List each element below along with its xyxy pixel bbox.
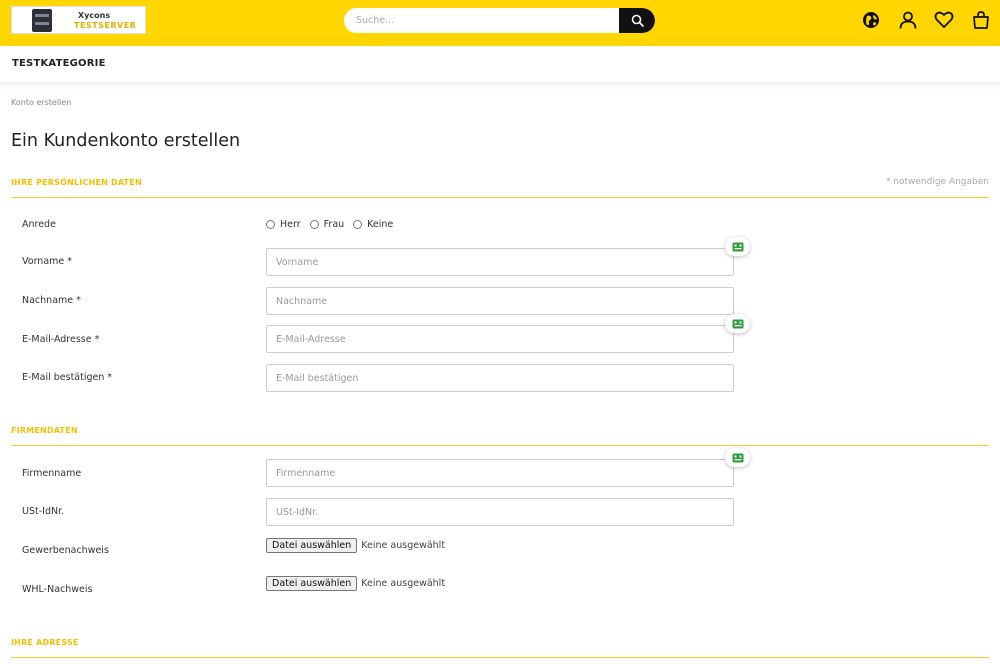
radio-label-herr[interactable]: Herr <box>280 219 301 230</box>
whl-proof-choose-button[interactable]: Datei auswählen <box>266 576 358 591</box>
section-title-address: IHRE ADRESSE <box>11 638 79 647</box>
category-nav: TESTKATEGORIE <box>0 46 1000 82</box>
radio-herr[interactable] <box>266 220 275 229</box>
globe-icon[interactable] <box>861 10 881 30</box>
section-divider <box>11 445 989 446</box>
lastname-label: Nachname * <box>22 295 81 306</box>
page-title: Ein Kundenkonto erstellen <box>11 131 241 151</box>
required-note: * notwendige Angaben <box>885 177 989 187</box>
whl-proof-label: WHL-Nachweis <box>22 584 93 595</box>
search-icon <box>631 14 644 27</box>
search-input[interactable] <box>344 8 620 33</box>
email-confirm-label: E-Mail bestätigen * <box>22 372 113 383</box>
firstname-input[interactable] <box>266 248 734 276</box>
email-input[interactable] <box>266 325 734 353</box>
autofill-badge[interactable] <box>725 237 750 256</box>
salutation-label: Anrede <box>22 219 56 230</box>
section-divider <box>11 657 989 658</box>
company-name-label: Firmenname <box>22 468 82 479</box>
whl-proof-status: Keine ausgewählt <box>361 578 446 589</box>
autofill-badge[interactable] <box>725 448 750 467</box>
radio-label-keine[interactable]: Keine <box>367 219 393 230</box>
whl-proof-file-input: Datei auswählen Keine ausgewählt <box>266 576 445 591</box>
radio-frau[interactable] <box>309 220 319 229</box>
section-title-personal: IHRE PERSÖNLICHEN DATEN <box>11 178 142 187</box>
user-icon[interactable] <box>898 10 918 30</box>
header-bar: Xycons TESTSERVER <box>0 0 1000 46</box>
section-title-company: FIRMENDATEN <box>11 426 78 435</box>
autofill-badge[interactable] <box>725 314 750 333</box>
autofill-icon <box>732 453 743 462</box>
lastname-input[interactable] <box>266 287 734 315</box>
vat-id-input[interactable] <box>266 498 734 526</box>
firstname-label: Vorname * <box>22 256 73 267</box>
shop-logo[interactable]: Xycons TESTSERVER <box>11 6 146 34</box>
company-name-input[interactable] <box>266 459 734 487</box>
vat-id-label: USt-IdNr. <box>22 506 65 517</box>
section-divider <box>11 197 989 198</box>
autofill-icon <box>732 242 743 251</box>
salutation-radio-group: Herr Frau Keine <box>266 219 402 230</box>
heart-icon[interactable] <box>934 10 954 30</box>
server-icon <box>32 9 52 32</box>
trade-proof-file-input: Datei auswählen Keine ausgewählt <box>266 538 445 553</box>
email-confirm-input[interactable] <box>266 364 734 392</box>
trade-proof-choose-button[interactable]: Datei auswählen <box>266 538 358 553</box>
search-button[interactable] <box>619 8 655 33</box>
radio-label-frau[interactable]: Frau <box>324 219 345 230</box>
radio-keine[interactable] <box>353 220 363 229</box>
logo-text-server: TESTSERVER <box>74 21 137 30</box>
trade-proof-status: Keine ausgewählt <box>361 540 446 551</box>
trade-proof-label: Gewerbenachweis <box>22 545 109 556</box>
nav-item-testkategorie[interactable]: TESTKATEGORIE <box>12 58 106 69</box>
autofill-icon <box>732 319 743 328</box>
email-label: E-Mail-Adresse * <box>22 334 100 345</box>
bag-icon[interactable] <box>971 10 991 30</box>
breadcrumb[interactable]: Konto erstellen <box>11 98 71 107</box>
logo-text-brand: Xycons <box>78 11 111 20</box>
search-box <box>344 8 655 33</box>
